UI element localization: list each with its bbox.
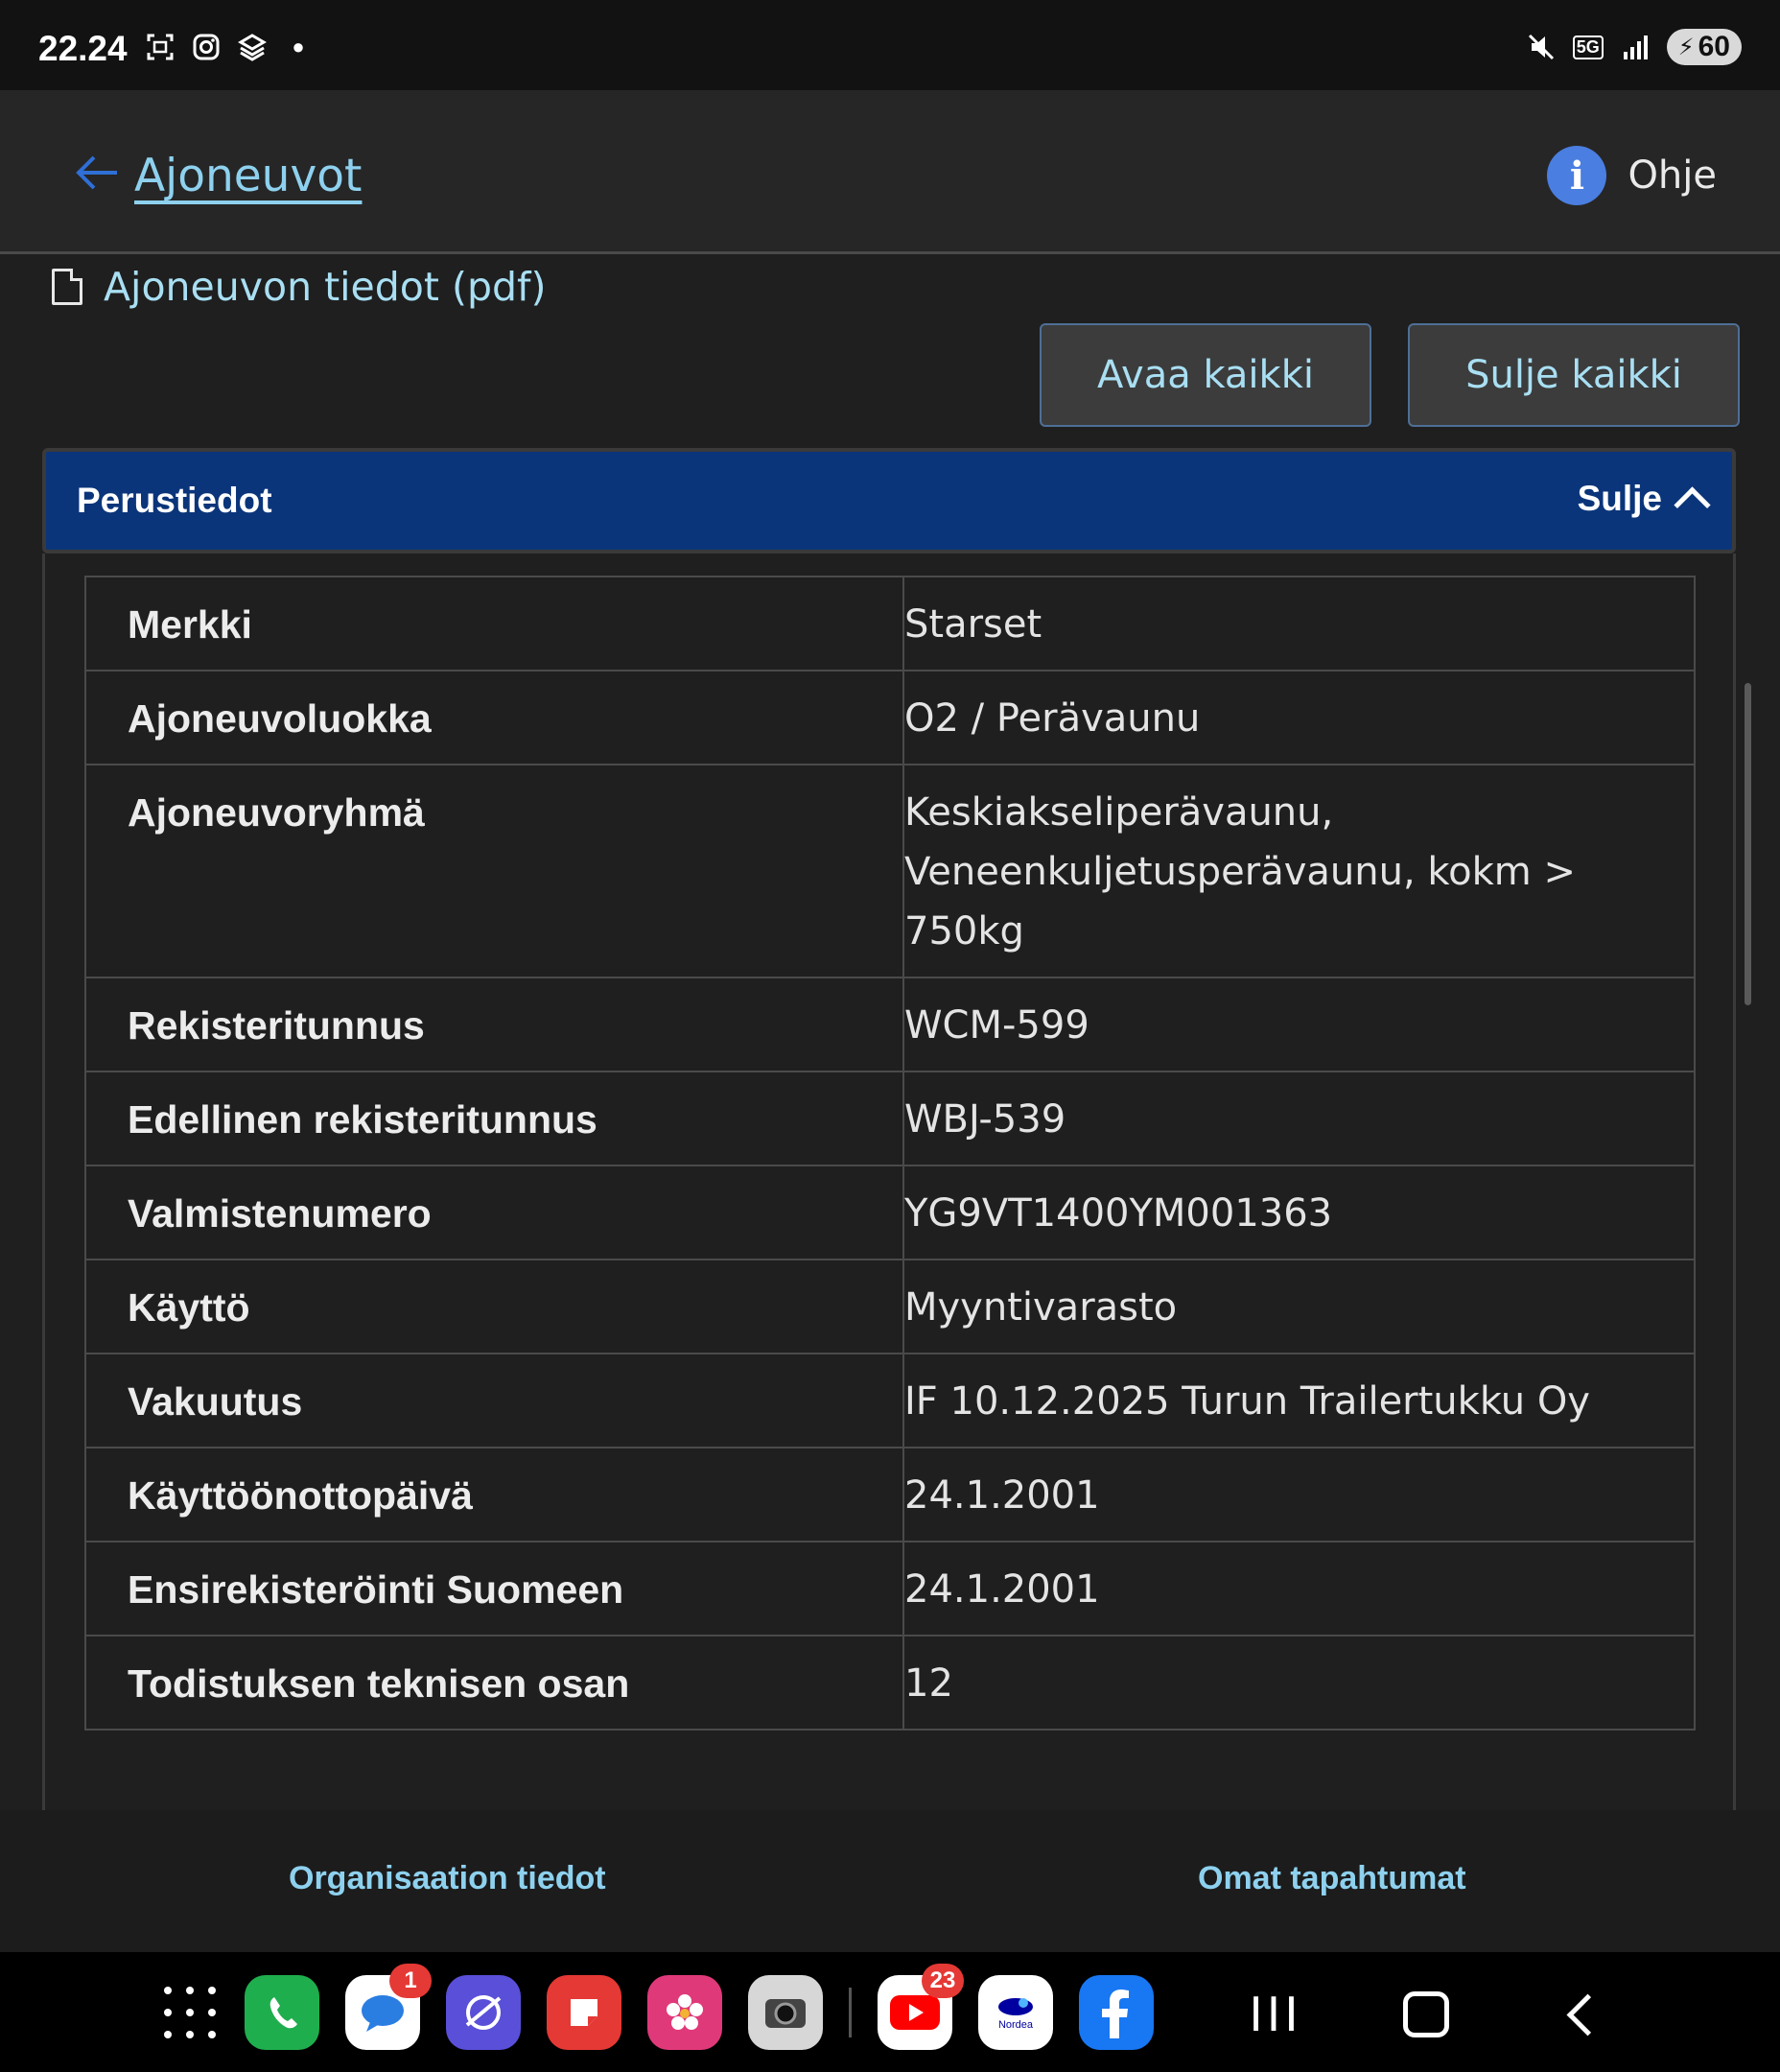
notes-app-icon[interactable]: [547, 1975, 621, 2050]
table-row: Ensirekisteröinti Suomeen 24.1.2001: [84, 1541, 1696, 1636]
organization-info-link[interactable]: Organisaation tiedot: [289, 1860, 606, 1897]
screenshot-icon: [144, 31, 176, 63]
status-left-icons: ●: [144, 31, 315, 63]
stack-icon: [236, 31, 269, 63]
youtube-app-icon[interactable]: 23: [878, 1964, 964, 2050]
phone-app-icon[interactable]: [245, 1975, 319, 2050]
system-back-button[interactable]: [1554, 1981, 1621, 2048]
section-toggle[interactable]: Sulje: [1577, 479, 1711, 524]
table-row: Rekisteritunnus WCM-599: [84, 977, 1696, 1072]
open-all-button[interactable]: Avaa kaikki: [1040, 323, 1371, 427]
row-label: Käyttöönottopäivä: [84, 1447, 904, 1542]
status-right: 5G ⚡ 60: [1525, 29, 1742, 65]
help-label: Ohje: [1628, 153, 1717, 198]
5g-icon: 5G: [1572, 35, 1604, 59]
scrollbar[interactable]: [1745, 683, 1751, 1005]
camera-app-icon[interactable]: [748, 1975, 823, 2050]
row-label: Ajoneuvoluokka: [84, 670, 904, 765]
status-time: 22.24: [38, 29, 128, 68]
close-all-button[interactable]: Sulje kaikki: [1408, 323, 1740, 427]
row-label: Rekisteritunnus: [84, 977, 904, 1072]
vehicle-info-table: Merkki Starset Ajoneuvoluokka O2 / Perävaun…: [84, 576, 1696, 1731]
messages-app-icon[interactable]: 1: [345, 1964, 432, 2050]
section-header-perustiedot[interactable]: Perustiedot Sulje: [42, 448, 1736, 553]
back-arrow-icon[interactable]: [75, 153, 119, 192]
row-value: WCM-599: [902, 977, 1696, 1072]
pdf-link-label: Ajoneuvon tiedot (pdf): [104, 264, 547, 310]
home-button[interactable]: [1393, 1981, 1460, 2048]
table-row: Käyttö Myyntivarasto: [84, 1259, 1696, 1354]
mute-icon: [1525, 31, 1558, 63]
recent-apps-button[interactable]: III: [1242, 1981, 1309, 2048]
own-events-link[interactable]: Omat tapahtumat: [1198, 1860, 1466, 1897]
nordea-app-icon[interactable]: Nordea: [978, 1975, 1053, 2050]
section-toggle-label: Sulje: [1577, 479, 1662, 518]
back-link[interactable]: Ajoneuvot: [134, 150, 362, 202]
help-button[interactable]: i Ohje: [1547, 146, 1717, 205]
facebook-app-icon[interactable]: [1079, 1975, 1154, 2050]
back-chevron-icon: [1566, 1993, 1608, 2036]
row-label: Ensirekisteröinti Suomeen: [84, 1541, 904, 1636]
row-label: Vakuutus: [84, 1353, 904, 1448]
main-content: Ajoneuvon tiedot (pdf) Avaa kaikki Sulje…: [0, 254, 1780, 1810]
row-value: 12: [902, 1635, 1696, 1731]
system-nav-bar: 1 23 Nordea III: [0, 1952, 1780, 2072]
table-row: Ajoneuvoluokka O2 / Perävaunu: [84, 670, 1696, 765]
row-label: Merkki: [84, 576, 904, 671]
chevron-up-icon: [1674, 485, 1711, 524]
table-row: Todistuksen teknisen osan 12: [84, 1635, 1696, 1731]
row-label: Ajoneuvoryhmä: [84, 764, 904, 978]
battery-indicator: ⚡ 60: [1666, 29, 1742, 65]
app-dock: 1 23 Nordea: [161, 1964, 1154, 2050]
row-value: O2 / Perävaunu: [902, 670, 1696, 765]
table-row: Valmistenumero YG9VT1400YM001363: [84, 1165, 1696, 1260]
dot-icon: ●: [292, 35, 305, 59]
row-label: Käyttö: [84, 1259, 904, 1354]
row-value: 24.1.2001: [902, 1541, 1696, 1636]
row-value: 24.1.2001: [902, 1447, 1696, 1542]
app-drawer-icon[interactable]: [161, 1984, 219, 2041]
nordea-text: Nordea: [997, 2019, 1034, 2031]
messages-badge: 1: [389, 1964, 432, 1998]
row-value: Starset: [902, 576, 1696, 671]
table-row: Vakuutus IF 10.12.2025 Turun Trailertukku…: [84, 1353, 1696, 1448]
row-label: Valmistenumero: [84, 1165, 904, 1260]
row-label: Todistuksen teknisen osan: [84, 1635, 904, 1731]
internet-app-icon[interactable]: [446, 1975, 521, 2050]
row-value: Myyntivarasto: [902, 1259, 1696, 1354]
row-value: Keskiakseliperävaunu, Veneenkuljetusperä…: [902, 764, 1696, 978]
status-bar: 22.24 ● 5G ⚡ 60: [0, 0, 1780, 90]
instagram-icon: [190, 31, 222, 63]
table-row: Ajoneuvoryhmä Keskiakseliperävaunu, Venee…: [84, 764, 1696, 978]
document-icon: [52, 269, 82, 305]
battery-bolt-icon: ⚡: [1677, 34, 1695, 60]
row-value: WBJ-539: [902, 1071, 1696, 1166]
row-value: IF 10.12.2025 Turun Trailertukku Oy: [902, 1353, 1696, 1448]
table-row: Käyttöönottopäivä 24.1.2001: [84, 1447, 1696, 1542]
row-value: YG9VT1400YM001363: [902, 1165, 1696, 1260]
signal-icon: [1619, 31, 1651, 63]
table-row: Merkki Starset: [84, 576, 1696, 671]
app-header: Ajoneuvot i Ohje: [0, 90, 1780, 254]
info-icon: i: [1547, 146, 1607, 205]
section-title: Perustiedot: [77, 481, 272, 520]
pdf-link[interactable]: Ajoneuvon tiedot (pdf): [52, 264, 546, 310]
youtube-badge: 23: [922, 1964, 964, 1998]
dock-divider: [849, 1988, 852, 2037]
home-icon: [1403, 1991, 1449, 2037]
gallery-app-icon[interactable]: [647, 1975, 722, 2050]
table-row: Edellinen rekisteritunnus WBJ-539: [84, 1071, 1696, 1166]
footer: Organisaation tiedot Omat tapahtumat: [0, 1810, 1780, 1952]
row-label: Edellinen rekisteritunnus: [84, 1071, 904, 1166]
battery-level: 60: [1698, 31, 1730, 62]
